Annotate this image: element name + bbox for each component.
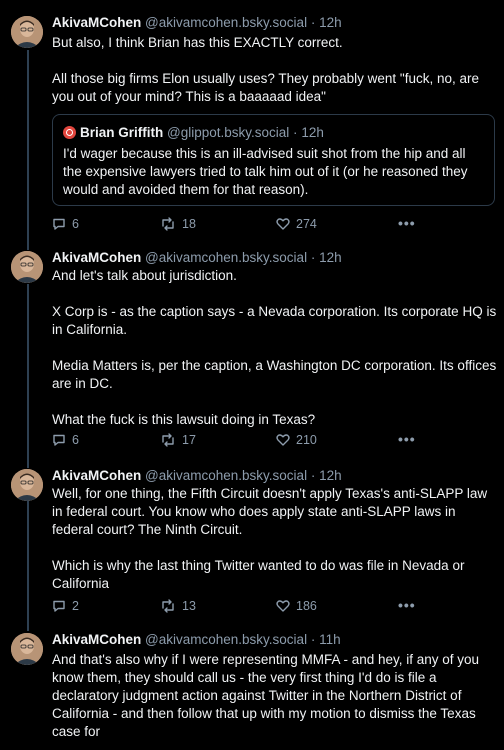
author-handle[interactable]: @akivamcohen.bsky.social	[145, 468, 307, 483]
repost-count: 17	[182, 433, 196, 447]
post-text: And that's also why if I were representi…	[52, 652, 480, 739]
post-text: And let's talk about jurisdiction. X Cor…	[52, 268, 497, 427]
separator-dot: ·	[310, 468, 316, 483]
reply-icon	[53, 434, 65, 446]
reply-icon	[53, 600, 65, 612]
post-actions: 2 13 186 •••	[52, 597, 452, 617]
author-handle[interactable]: @akivamcohen.bsky.social	[145, 15, 307, 30]
post-text: Well, for one thing, the Fifth Circuit d…	[52, 486, 488, 591]
post-actions: 6 17 210 •••	[52, 431, 452, 451]
repost-count: 18	[182, 217, 196, 231]
author-name[interactable]: AkivaMCohen	[52, 15, 141, 30]
post-header: AkivaMCohen @akivamcohen.bsky.social · 1…	[52, 249, 342, 267]
like-button[interactable]: 210	[276, 433, 317, 447]
post-time[interactable]: 12h	[319, 15, 342, 30]
post[interactable]: AkivaMCohen @akivamcohen.bsky.social · 1…	[0, 0, 504, 243]
separator-dot: ·	[310, 632, 316, 647]
heart-icon	[276, 434, 290, 446]
heart-icon	[276, 218, 290, 230]
post[interactable]: AkivaMCohen @akivamcohen.bsky.social · 1…	[0, 243, 504, 461]
reply-button[interactable]: 6	[52, 217, 79, 231]
avatar[interactable]	[11, 469, 43, 501]
repost-button[interactable]: 17	[160, 433, 196, 447]
reply-button[interactable]: 2	[52, 599, 79, 613]
post[interactable]: AkivaMCohen @akivamcohen.bsky.social · 1…	[0, 461, 504, 631]
post-time[interactable]: 11h	[319, 632, 341, 647]
repost-icon	[162, 599, 174, 613]
repost-button[interactable]: 18	[160, 217, 196, 231]
post-time[interactable]: 12h	[319, 250, 342, 265]
separator-dot: ·	[310, 15, 316, 30]
repost-icon	[162, 217, 174, 231]
author-name[interactable]: AkivaMCohen	[52, 632, 141, 647]
quoted-author-name: Brian Griffith	[80, 125, 164, 140]
like-button[interactable]: 186	[276, 599, 317, 613]
post-time[interactable]: 12h	[319, 468, 342, 483]
quoted-post[interactable]: Brian Griffith @glippot.bsky.social · 12…	[52, 114, 495, 206]
heart-icon	[276, 600, 290, 612]
post-text: But also, I think Brian has this EXACTLY…	[52, 35, 480, 104]
more-options-button[interactable]: •••	[398, 215, 416, 231]
author-handle[interactable]: @akivamcohen.bsky.social	[145, 632, 307, 647]
reply-count: 6	[72, 433, 79, 447]
like-button[interactable]: 274	[276, 217, 317, 231]
quoted-avatar-icon	[63, 126, 76, 139]
post-header: AkivaMCohen @akivamcohen.bsky.social · 1…	[52, 467, 342, 485]
reply-count: 6	[72, 217, 79, 231]
author-handle[interactable]: @akivamcohen.bsky.social	[145, 250, 307, 265]
quoted-author-handle: @glippot.bsky.social	[167, 125, 290, 140]
like-count: 274	[296, 217, 317, 231]
quoted-post-text: I'd wager because this is an ill-advised…	[63, 146, 468, 197]
repost-icon	[162, 433, 174, 447]
avatar[interactable]	[11, 633, 43, 665]
avatar[interactable]	[11, 251, 43, 283]
post-header: AkivaMCohen @akivamcohen.bsky.social · 1…	[52, 14, 342, 32]
repost-count: 13	[182, 599, 196, 613]
repost-button[interactable]: 13	[160, 599, 196, 613]
post-actions: 6 18 274 •••	[52, 215, 452, 235]
like-count: 210	[296, 433, 317, 447]
separator-dot: ·	[293, 125, 298, 140]
author-name[interactable]: AkivaMCohen	[52, 250, 141, 265]
quoted-post-time: 12h	[301, 125, 324, 140]
reply-icon	[53, 218, 65, 230]
separator-dot: ·	[310, 250, 316, 265]
reply-button[interactable]: 6	[52, 433, 79, 447]
more-options-button[interactable]: •••	[398, 431, 416, 447]
reply-count: 2	[72, 599, 79, 613]
post[interactable]: AkivaMCohen @akivamcohen.bsky.social · 1…	[0, 631, 504, 750]
post-header: AkivaMCohen @akivamcohen.bsky.social · 1…	[52, 631, 341, 649]
avatar[interactable]	[11, 16, 43, 48]
quoted-post-header: Brian Griffith @glippot.bsky.social · 12…	[63, 124, 324, 142]
author-name[interactable]: AkivaMCohen	[52, 468, 141, 483]
more-options-button[interactable]: •••	[398, 597, 416, 613]
like-count: 186	[296, 599, 317, 613]
